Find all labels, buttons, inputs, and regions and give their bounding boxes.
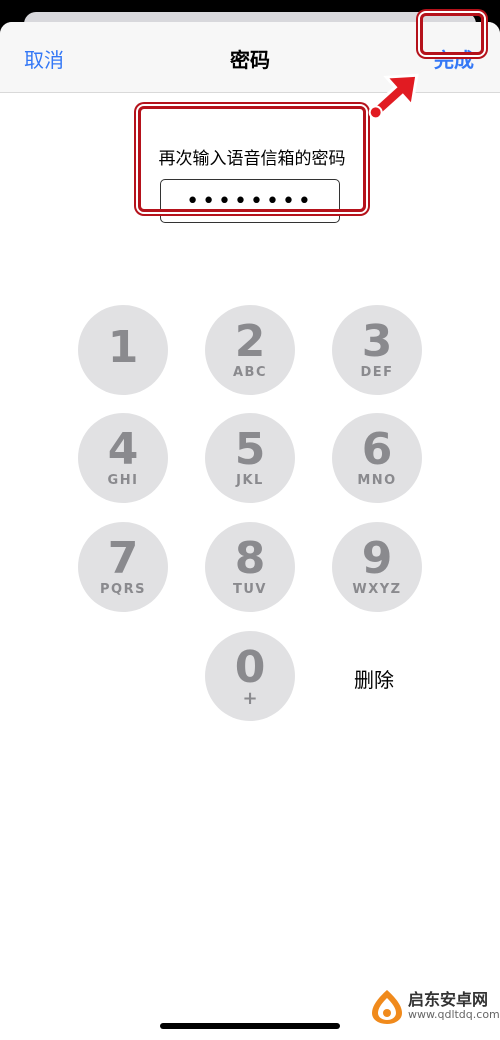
key-digit: 0 <box>234 642 266 693</box>
keypad-key-4[interactable]: 4 GHI <box>78 413 168 503</box>
key-letters: ABC <box>232 365 267 380</box>
watermark: 启东安卓网 www.qdltdq.com <box>370 982 500 1032</box>
done-button-highlight <box>420 13 484 55</box>
keypad-key-2[interactable]: 2 ABC <box>205 305 295 395</box>
key-letters: MNO <box>357 473 397 488</box>
keypad-key-1[interactable]: 1 <box>78 305 168 395</box>
watermark-brand: 启东安卓网 <box>408 990 489 1009</box>
key-digit: 9 <box>361 533 393 584</box>
keypad-key-5[interactable]: 5 JKL <box>205 413 295 503</box>
key-letters: JKL <box>236 473 264 488</box>
key-digit: 5 <box>234 424 266 475</box>
key-digit: 6 <box>361 424 393 475</box>
keypad-key-9[interactable]: 9 WXYZ <box>332 522 422 612</box>
keypad-key-7[interactable]: 7 PQRS <box>78 522 168 612</box>
keypad-key-0[interactable]: 0 + <box>205 631 295 721</box>
key-letters: PQRS <box>100 582 146 597</box>
key-digit: 7 <box>107 533 139 584</box>
key-digit: 3 <box>361 316 393 367</box>
keypad-key-8[interactable]: 8 TUV <box>205 522 295 612</box>
keypad-key-3[interactable]: 3 DEF <box>332 305 422 395</box>
watermark-logo-icon <box>372 990 402 1024</box>
key-letters: DEF <box>360 365 394 380</box>
prompt-highlight <box>138 106 366 212</box>
key-digit: 2 <box>234 316 266 367</box>
key-digit: 8 <box>234 533 266 584</box>
watermark-url: www.qdltdq.com <box>408 1008 500 1021</box>
key-letters: WXYZ <box>352 582 402 597</box>
home-indicator[interactable] <box>160 1023 340 1029</box>
keypad-key-6[interactable]: 6 MNO <box>332 413 422 503</box>
key-letters: TUV <box>233 582 267 597</box>
key-digit: 1 <box>107 322 139 373</box>
key-digit: 4 <box>107 424 139 475</box>
key-letters: + <box>242 688 258 709</box>
delete-button[interactable]: 删除 <box>354 664 394 693</box>
key-letters: GHI <box>107 473 139 488</box>
red-arrow-icon <box>368 73 419 120</box>
